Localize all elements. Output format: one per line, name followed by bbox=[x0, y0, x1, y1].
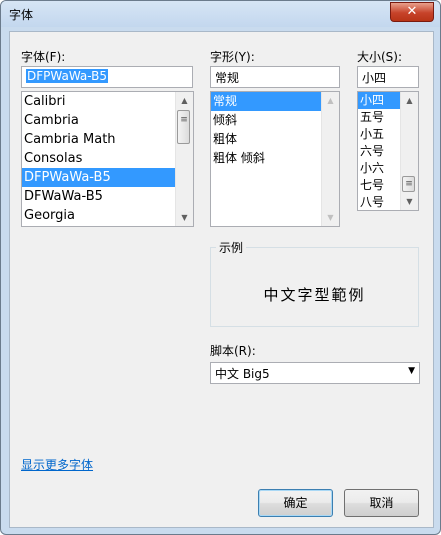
style-list-item[interactable]: 常规 bbox=[211, 92, 322, 111]
font-name-value: DFPWaWa-B5 bbox=[26, 69, 109, 83]
size-list-item[interactable]: 小四 bbox=[358, 92, 401, 109]
scroll-down-arrow-icon[interactable]: ▼ bbox=[176, 209, 193, 226]
size-list-item[interactable]: 七号 bbox=[358, 177, 401, 194]
font-name-input[interactable]: DFPWaWa-B5 bbox=[21, 66, 193, 88]
style-list-item[interactable]: 粗体 倾斜 bbox=[211, 149, 322, 168]
sample-text: 中文字型範例 bbox=[263, 286, 366, 304]
style-list-item[interactable]: 倾斜 bbox=[211, 111, 322, 130]
size-value: 小四 bbox=[362, 71, 387, 85]
scroll-up-arrow-icon[interactable]: ▲ bbox=[176, 92, 193, 109]
scroll-thumb[interactable]: ≡ bbox=[177, 110, 190, 144]
font-list-item[interactable]: Consolas bbox=[22, 149, 176, 168]
dropdown-arrow-icon: ▼ bbox=[408, 366, 415, 376]
size-list-item[interactable]: 五号 bbox=[358, 109, 401, 126]
sample-label: 示例 bbox=[216, 239, 247, 256]
size-list-item[interactable]: 八号 bbox=[358, 194, 401, 210]
script-label: 脚本(R): bbox=[210, 344, 256, 358]
font-list-item[interactable]: Calibri bbox=[22, 92, 176, 111]
window-title: 字体 bbox=[9, 8, 34, 22]
font-list-scrollbar[interactable]: ▲ ≡ ▼ bbox=[175, 92, 193, 226]
grip-icon: ≡ bbox=[405, 179, 413, 189]
style-input[interactable]: 常规 bbox=[210, 66, 340, 88]
size-list-scrollbar[interactable]: ▲ ≡ ▼ bbox=[400, 92, 418, 210]
style-list[interactable]: 常规 倾斜 粗体 粗体 倾斜 ▲ ▼ bbox=[210, 91, 340, 227]
show-more-fonts-link[interactable]: 显示更多字体 bbox=[21, 456, 93, 473]
close-button[interactable]: ✕ bbox=[390, 2, 434, 22]
scroll-down-arrow-icon[interactable]: ▼ bbox=[401, 193, 418, 210]
style-value: 常规 bbox=[215, 71, 240, 85]
style-items: 常规 倾斜 粗体 粗体 倾斜 bbox=[211, 92, 339, 168]
scroll-up-arrow-icon[interactable]: ▲ bbox=[322, 92, 339, 109]
script-value: 中文 Big5 bbox=[215, 367, 270, 381]
size-list-item[interactable]: 小六 bbox=[358, 160, 401, 177]
font-list[interactable]: Calibri Cambria Cambria Math Consolas DFPWaW… bbox=[21, 91, 194, 227]
font-list-item[interactable]: Cambria Math bbox=[22, 130, 176, 149]
font-dialog-window: 字体 ✕ 字体(F): DFPWaWa-B5 Calibri Cambria Cam… bbox=[0, 0, 441, 535]
font-items: Calibri Cambria Cambria Math Consolas DFPWaW… bbox=[22, 92, 193, 225]
font-list-item[interactable]: DFWaWa-B5 bbox=[22, 187, 176, 206]
style-label: 字形(Y): bbox=[210, 50, 255, 64]
scroll-thumb[interactable]: ≡ bbox=[402, 176, 415, 192]
ok-button[interactable]: 确定 bbox=[258, 489, 333, 517]
style-list-item[interactable]: 粗体 bbox=[211, 130, 322, 149]
scroll-down-arrow-icon[interactable]: ▼ bbox=[322, 209, 339, 226]
script-select[interactable]: 中文 Big5 ▼ bbox=[210, 362, 420, 384]
font-list-item[interactable]: Cambria bbox=[22, 111, 176, 130]
font-list-item[interactable]: Georgia bbox=[22, 206, 176, 225]
size-label: 大小(S): bbox=[357, 50, 403, 64]
font-list-item[interactable]: DFPWaWa-B5 bbox=[22, 168, 176, 187]
size-list[interactable]: 小四 五号 小五 六号 小六 七号 八号 ▲ ≡ ▼ bbox=[357, 91, 419, 211]
font-label: 字体(F): bbox=[21, 50, 66, 64]
size-list-item[interactable]: 小五 bbox=[358, 126, 401, 143]
cancel-button[interactable]: 取消 bbox=[344, 489, 419, 517]
dialog-body: 字体(F): DFPWaWa-B5 Calibri Cambria Cambria … bbox=[9, 31, 434, 528]
size-input[interactable]: 小四 bbox=[357, 66, 419, 88]
scroll-up-arrow-icon[interactable]: ▲ bbox=[401, 92, 418, 109]
title-bar[interactable]: 字体 ✕ bbox=[1, 1, 440, 27]
size-list-item[interactable]: 六号 bbox=[358, 143, 401, 160]
style-list-scrollbar[interactable]: ▲ ▼ bbox=[321, 92, 339, 226]
grip-icon: ≡ bbox=[180, 115, 188, 125]
